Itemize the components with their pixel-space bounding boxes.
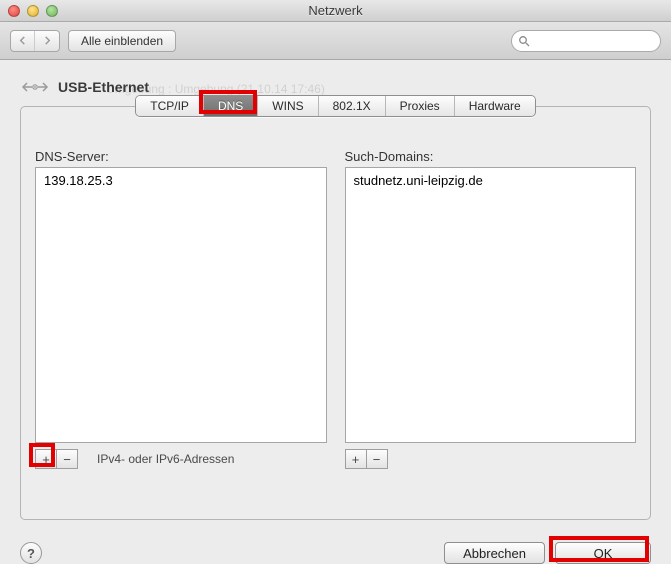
- chevron-right-icon: [43, 36, 52, 45]
- list-item[interactable]: studnetz.uni-leipzig.de: [352, 172, 630, 189]
- tab-wins[interactable]: WINS: [258, 96, 318, 116]
- nav-forward-button[interactable]: [35, 31, 59, 51]
- list-item[interactable]: 139.18.25.3: [42, 172, 320, 189]
- settings-panel: TCP/IPDNSWINS802.1XProxiesHardware DNS-S…: [20, 106, 651, 520]
- add-search-domain-button[interactable]: +: [345, 449, 367, 469]
- remove-search-domain-button[interactable]: −: [366, 449, 388, 469]
- tab-tcpip[interactable]: TCP/IP: [136, 96, 204, 116]
- toolbar: Alle einblenden: [0, 22, 671, 60]
- remove-dns-server-button[interactable]: −: [56, 449, 78, 469]
- nav-back-button[interactable]: [11, 31, 35, 51]
- connection-name: USB-Ethernet: [58, 79, 149, 95]
- search-domains-list[interactable]: studnetz.uni-leipzig.de: [345, 167, 637, 443]
- tab-dns[interactable]: DNS: [204, 96, 258, 116]
- show-all-button[interactable]: Alle einblenden: [68, 30, 176, 52]
- footer: ? Abbrechen OK: [0, 532, 671, 564]
- titlebar: Netzwerk: [0, 0, 671, 22]
- search-domains-label: Such-Domains:: [345, 149, 637, 164]
- window-title: Netzwerk: [0, 3, 671, 18]
- tabs: TCP/IPDNSWINS802.1XProxiesHardware: [135, 95, 535, 117]
- dns-servers-column: DNS-Server: 139.18.25.3 + − IPv4- oder I…: [35, 149, 327, 469]
- chevron-left-icon: [18, 36, 27, 45]
- show-all-label: Alle einblenden: [81, 34, 163, 48]
- ok-label: OK: [594, 546, 613, 561]
- tab-hardware[interactable]: Hardware: [455, 96, 535, 116]
- content-area: USB-Ethernet Umgebung : Umgebung (21.10.…: [0, 60, 671, 532]
- ip-hint: IPv4- oder IPv6-Adressen: [97, 452, 234, 466]
- cancel-label: Abbrechen: [463, 546, 526, 561]
- nav-back-forward: [10, 30, 60, 52]
- search-input[interactable]: [511, 30, 661, 52]
- tab-8021x[interactable]: 802.1X: [319, 96, 386, 116]
- tab-proxies[interactable]: Proxies: [386, 96, 455, 116]
- search-domains-column: Such-Domains: studnetz.uni-leipzig.de + …: [345, 149, 637, 469]
- dns-server-label: DNS-Server:: [35, 149, 327, 164]
- add-dns-server-button[interactable]: +: [35, 449, 57, 469]
- dns-server-list[interactable]: 139.18.25.3: [35, 167, 327, 443]
- search-icon: [518, 35, 530, 47]
